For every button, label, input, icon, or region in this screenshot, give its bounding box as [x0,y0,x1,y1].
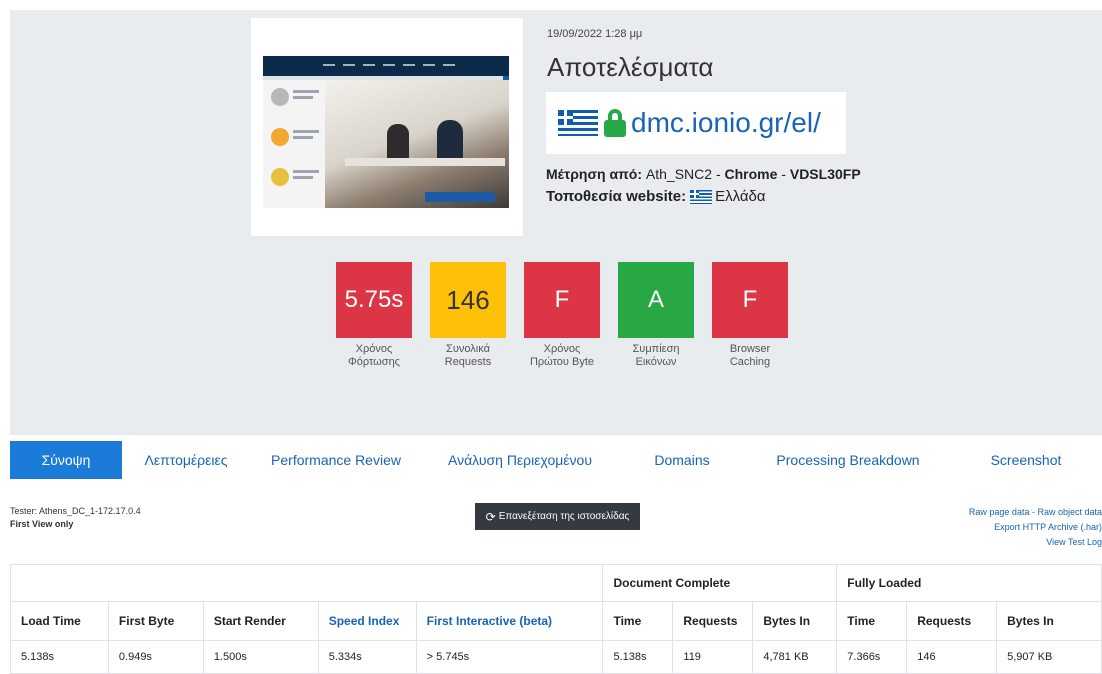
test-browser: Chrome [724,166,778,182]
column-header: Bytes In [996,601,1102,641]
greece-flag-icon [690,189,713,204]
page-screenshot-thumbnail [263,56,509,208]
table-header-row: Load Time First Byte Start Render Speed … [10,601,1102,641]
column-header: First Byte [107,601,204,641]
grade-label: Συνολικά Requests [444,343,492,368]
website-location-label: Τοποθεσία website: [546,188,687,205]
speed-index-link[interactable]: Speed Index [317,601,417,641]
grade-total-requests[interactable]: 146 Συνολικά Requests [430,262,506,369]
tab-domains[interactable]: Domains [618,441,746,479]
table-cell: 7.366s [836,640,908,674]
column-header: Time [602,601,674,641]
grade-label: Συμπίεση Εικόνων [632,343,680,368]
grade-label: Χρόνος Πρώτου Byte [529,343,595,368]
tab-content-breakdown[interactable]: Ανάλυση Περιεχομένου [422,441,618,479]
tab-processing-breakdown[interactable]: Processing Breakdown [746,441,950,479]
measurement-info: Μέτρηση από: Ath_SNC2 - Chrome - VDSL30F… [546,166,861,182]
column-header: Time [836,601,908,641]
greece-flag-icon [558,110,598,136]
table-cell: 5.334s [317,640,417,674]
view-test-log-link[interactable]: View Test Log [952,535,1102,550]
grade-box: F [524,262,600,338]
table-group-header-row: Document Complete Fully Loaded [9,564,1102,602]
tested-url[interactable]: dmc.ionio.gr/el/ [631,107,821,139]
raw-data-link[interactable]: Raw page data - Raw object data [952,505,1102,520]
table-cell: > 5.745s [415,640,604,674]
test-connection: VDSL30FP [789,166,861,182]
grade-load-time[interactable]: 5.75s Χρόνος Φόρτωσης [336,262,412,369]
column-header: Bytes In [752,601,838,641]
grade-box: A [618,262,694,338]
grade-box: 5.75s [336,262,412,338]
first-interactive-link[interactable]: First Interactive (beta) [415,601,604,641]
tab-performance-review[interactable]: Performance Review [250,441,422,479]
test-location: Ath_SNC2 [645,166,713,182]
tab-screenshot[interactable]: Screenshot [950,441,1102,479]
measured-by-label: Μέτρηση από: [546,166,642,182]
grade-box: 146 [430,262,506,338]
test-datetime: 19/09/2022 1:28 μμ [547,28,643,40]
export-har-link[interactable]: Export HTTP Archive (.har) [952,520,1102,535]
grade-browser-caching[interactable]: F Browser Caching [712,262,788,369]
grade-first-byte[interactable]: F Χρόνος Πρώτου Byte [524,262,600,369]
document-complete-header: Document Complete [602,564,838,602]
table-cell: 0.949s [107,640,204,674]
table-cell [9,564,604,602]
refresh-icon: ⟳ [485,509,496,524]
grade-label: Χρόνος Φόρτωσης [348,343,400,368]
retest-button[interactable]: ⟳ Επανεξέταση της ιστοσελίδας [475,503,640,530]
retest-label: Επανεξέταση της ιστοσελίδας [498,511,630,522]
column-header: Requests [672,601,754,641]
table-cell: 5,907 KB [996,640,1102,674]
tab-details[interactable]: Λεπτομέρειες [122,441,250,479]
tested-url-box: dmc.ionio.gr/el/ [546,92,846,154]
column-header: Start Render [202,601,319,641]
table-cell: 119 [672,640,754,674]
table-cell: 4,781 KB [752,640,838,674]
results-table: Document Complete Fully Loaded Load Time… [9,564,1102,674]
website-location-value: Ελλάδα [715,188,766,205]
fully-loaded-header: Fully Loaded [836,564,1102,602]
separator: - [781,166,786,182]
column-header: Load Time [10,601,109,641]
screenshot-thumbnail-card[interactable] [251,18,523,236]
export-links: Raw page data - Raw object data Export H… [952,505,1102,550]
website-location: Τοποθεσία website: Ελλάδα [546,188,766,205]
table-cell: 1.500s [202,640,319,674]
results-hero: 19/09/2022 1:28 μμ Αποτελέσματα dmc.ioni… [10,10,1102,435]
tab-summary[interactable]: Σύνοψη [10,441,122,479]
view-mode: First View only [10,519,74,529]
separator: - [715,166,721,182]
table-cell: 146 [906,640,998,674]
column-header: Requests [906,601,998,641]
grade-box: F [712,262,788,338]
result-tabs: Σύνοψη Λεπτομέρειες Performance Review Α… [10,441,1102,479]
lock-icon [604,109,626,137]
grade-summary: 5.75s Χρόνος Φόρτωσης 146 Συνολικά Request… [336,262,806,369]
tester-info: Tester: Athens_DC_1-172.17.0.4 First Vie… [10,505,141,531]
table-cell: 5.138s [10,640,109,674]
page-title: Αποτελέσματα [547,52,714,82]
grade-label: Browser Caching [729,343,771,368]
grade-image-compression[interactable]: A Συμπίεση Εικόνων [618,262,694,369]
table-row: 5.138s 0.949s 1.500s 5.334s > 5.745s 5.1… [10,640,1102,674]
tester-id: Tester: Athens_DC_1-172.17.0.4 [10,506,141,516]
table-cell: 5.138s [602,640,674,674]
